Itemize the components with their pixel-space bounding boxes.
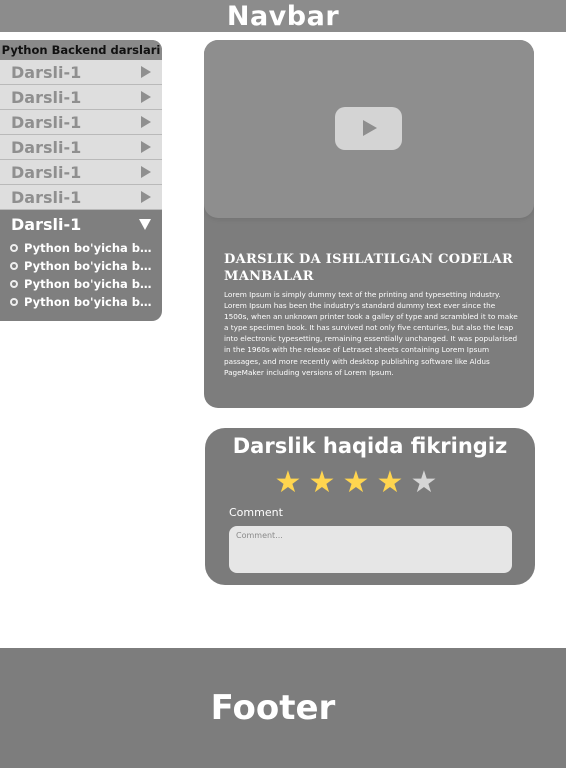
lesson-label: Darsli-1 [11,162,82,182]
lesson-label: Darsli-1 [11,214,82,234]
star-icon[interactable]: ★ [407,466,441,500]
star-icon[interactable]: ★ [305,466,339,500]
navbar: Navbar [0,0,566,32]
circle-bullet-icon [10,298,18,306]
lesson-item[interactable]: Darsli-1 [0,135,162,160]
sidebar-header: Python Backend darslari [0,40,162,60]
lesson-subitem-label: Python bo'yicha birinchi dars [24,259,154,273]
feedback-title: Darslik haqida fikringiz [232,434,508,458]
lesson-item-expanded[interactable]: Darsli-1 [0,211,162,237]
triangle-right-icon [141,66,151,78]
star-icon[interactable]: ★ [373,466,407,500]
circle-bullet-icon [10,262,18,270]
triangle-right-icon [141,191,151,203]
lesson-subitem[interactable]: Python bo'yicha birinchi dars [10,293,162,311]
lesson-item[interactable]: Darsli-1 [0,110,162,135]
lesson-subitem[interactable]: Python bo'yicha birinchi dars [10,239,162,257]
lesson-item[interactable]: Darsli-1 [0,85,162,110]
navbar-title: Navbar [226,0,340,32]
triangle-right-icon [141,116,151,128]
lesson-subitem-list: Python bo'yicha birinchi dars Python bo'… [0,237,162,311]
page: Navbar Python Backend darslari Darsli-1 … [0,0,566,768]
lesson-label: Darsli-1 [11,112,82,132]
star-icon[interactable]: ★ [271,466,305,500]
video-card: DARSLIK DA ISHLATILGAN CODELAR MANBALAR … [204,40,534,408]
feedback-card: Darslik haqida fikringiz ★ ★ ★ ★ ★ Comme… [205,428,535,585]
play-icon [363,120,377,136]
triangle-down-icon [139,218,151,230]
star-rating: ★ ★ ★ ★ ★ [271,466,441,500]
star-icon[interactable]: ★ [339,466,373,500]
footer: Footer [0,648,566,768]
footer-title: Footer [210,688,336,728]
lesson-subitem[interactable]: Python bo'yicha birinchi dars [10,275,162,293]
lesson-label: Darsli-1 [11,62,82,82]
play-button[interactable] [335,107,402,150]
triangle-right-icon [141,141,151,153]
lesson-subitem[interactable]: Python bo'yicha birinchi dars [10,257,162,275]
lesson-sidebar: Python Backend darslari Darsli-1 Darsli-… [0,40,162,321]
video-player[interactable] [204,40,534,218]
video-card-title: DARSLIK DA ISHLATILGAN CODELAR MANBALAR [224,252,514,284]
video-card-description: Lorem Ipsum is simply dummy text of the … [224,290,518,377]
triangle-right-icon [141,166,151,178]
lesson-item[interactable]: Darsli-1 [0,160,162,185]
circle-bullet-icon [10,280,18,288]
triangle-right-icon [141,91,151,103]
lesson-label: Darsli-1 [11,87,82,107]
lesson-subitem-label: Python bo'yicha birinchi dars [24,277,154,291]
lesson-subitem-label: Python bo'yicha birinchi dars [24,295,154,309]
circle-bullet-icon [10,244,18,252]
lesson-label: Darsli-1 [11,187,82,207]
lesson-label: Darsli-1 [11,137,82,157]
lesson-item[interactable]: Darsli-1 [0,60,162,85]
lesson-subitem-label: Python bo'yicha birinchi dars [24,241,154,255]
lesson-item[interactable]: Darsli-1 [0,185,162,210]
comment-input[interactable] [229,526,512,573]
comment-label: Comment [229,506,283,519]
